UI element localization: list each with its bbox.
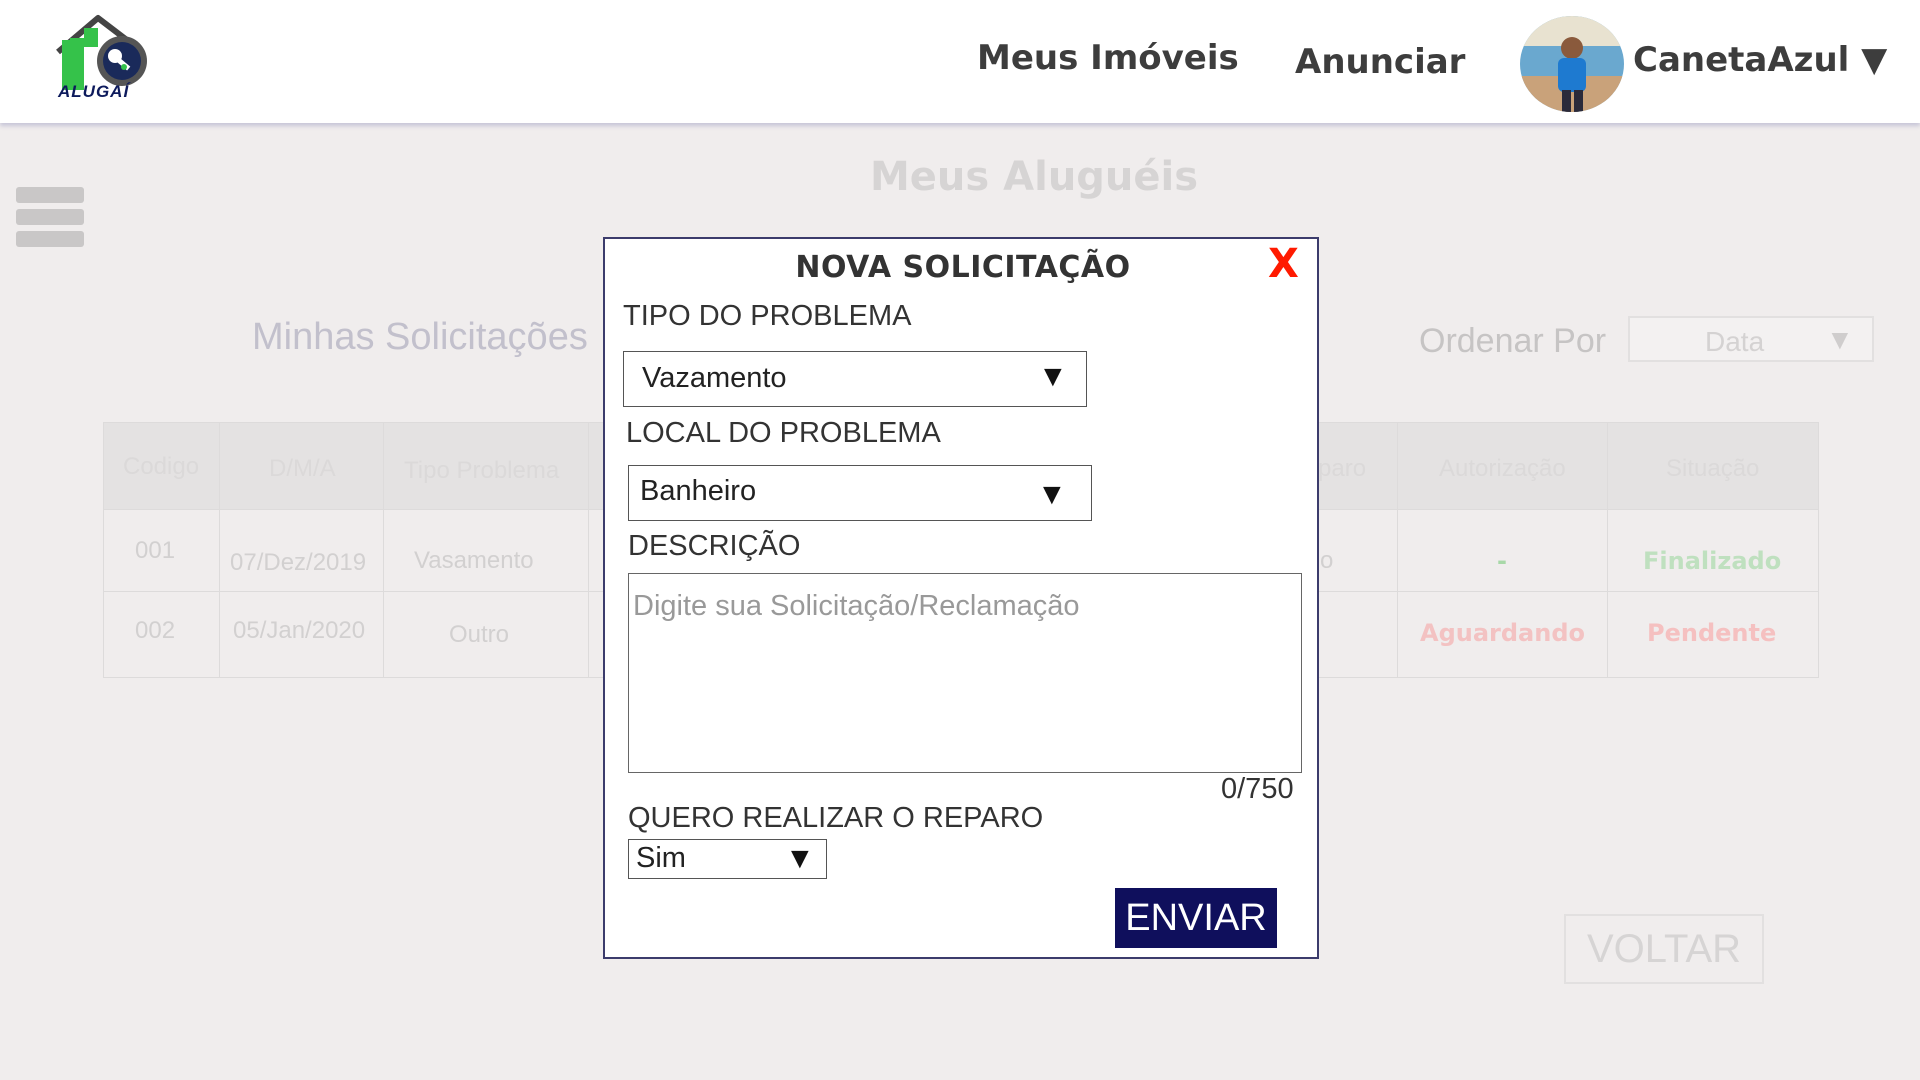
row-reparo: o: [1320, 547, 1334, 574]
row-codigo: 001: [135, 537, 176, 564]
chevron-down-icon: ▼: [1861, 40, 1888, 80]
nova-solicitacao-modal: NOVA SOLICITAÇÃO X TIPO DO PROBLEMA Vaza…: [603, 237, 1319, 959]
sort-select[interactable]: Data ▼: [1628, 316, 1874, 362]
reparo-select[interactable]: Sim ▼: [628, 839, 827, 879]
enviar-button[interactable]: ENVIAR: [1115, 888, 1277, 948]
row-autorizacao: -: [1497, 547, 1507, 575]
user-name: CanetaAzul: [1633, 40, 1850, 80]
voltar-button[interactable]: VOLTAR: [1564, 914, 1764, 984]
reparo-label: QUERO REALIZAR O REPARO: [628, 802, 1044, 834]
col-header-reparo[interactable]: paro: [1318, 455, 1366, 483]
local-problema-label: LOCAL DO PROBLEMA: [626, 417, 941, 449]
descricao-textarea[interactable]: [628, 573, 1302, 773]
chevron-down-icon: ▼: [785, 842, 815, 875]
col-header-situacao[interactable]: Situação: [1666, 455, 1759, 483]
row-autorizacao: Aguardando: [1420, 619, 1585, 647]
tipo-problema-select[interactable]: Vazamento ▼: [623, 351, 1087, 407]
tipo-problema-label: TIPO DO PROBLEMA: [623, 300, 912, 332]
col-header-autorizacao[interactable]: Autorização: [1439, 455, 1566, 483]
user-menu[interactable]: CanetaAzul ▼: [1633, 40, 1887, 80]
row-tipo: Outro: [449, 621, 510, 648]
section-title: Minhas Solicitações: [252, 316, 588, 358]
chevron-down-icon: ▼: [1037, 478, 1067, 511]
chevron-down-icon: ▼: [1038, 360, 1068, 393]
nav-meus-imoveis-link[interactable]: Meus Imóveis: [977, 38, 1239, 78]
descricao-label: DESCRIÇÃO: [628, 530, 801, 562]
hamburger-menu-icon[interactable]: [16, 187, 84, 249]
status-badge: Pendente: [1647, 619, 1777, 647]
logo-text: ALUGAÍ: [58, 82, 130, 101]
sort-value: Data: [1705, 326, 1765, 357]
modal-title: NOVA SOLICITAÇÃO: [795, 250, 1131, 285]
local-problema-select[interactable]: Banheiro ▼: [628, 465, 1092, 521]
col-header-data[interactable]: D/M/A: [269, 455, 336, 483]
reparo-value: Sim: [636, 842, 686, 874]
user-photo-icon: [1520, 16, 1624, 112]
chevron-down-icon: ▼: [1826, 324, 1854, 355]
sort-label: Ordenar Por: [1419, 322, 1607, 360]
status-badge: Finalizado: [1643, 547, 1782, 575]
row-data: 05/Jan/2020: [233, 617, 366, 644]
character-counter: 0/750: [1221, 773, 1294, 805]
alugai-logo[interactable]: ALUGAÍ: [52, 14, 152, 106]
row-codigo: 002: [135, 617, 176, 644]
col-header-codigo[interactable]: Codigo: [123, 453, 199, 481]
nav-anunciar-link[interactable]: Anunciar: [1295, 42, 1465, 82]
row-tipo: Vasamento: [414, 547, 534, 574]
user-avatar[interactable]: [1520, 16, 1624, 112]
local-problema-value: Banheiro: [640, 475, 757, 507]
row-data: 07/Dez/2019: [230, 549, 367, 576]
close-icon[interactable]: X: [1268, 241, 1299, 287]
page-title: Meus Aluguéis: [870, 154, 1199, 200]
tipo-problema-value: Vazamento: [642, 362, 787, 394]
top-header: ALUGAÍ Meus Imóveis Anunciar CanetaAzul …: [0, 0, 1920, 123]
col-header-tipo[interactable]: Tipo Problema: [404, 457, 559, 485]
